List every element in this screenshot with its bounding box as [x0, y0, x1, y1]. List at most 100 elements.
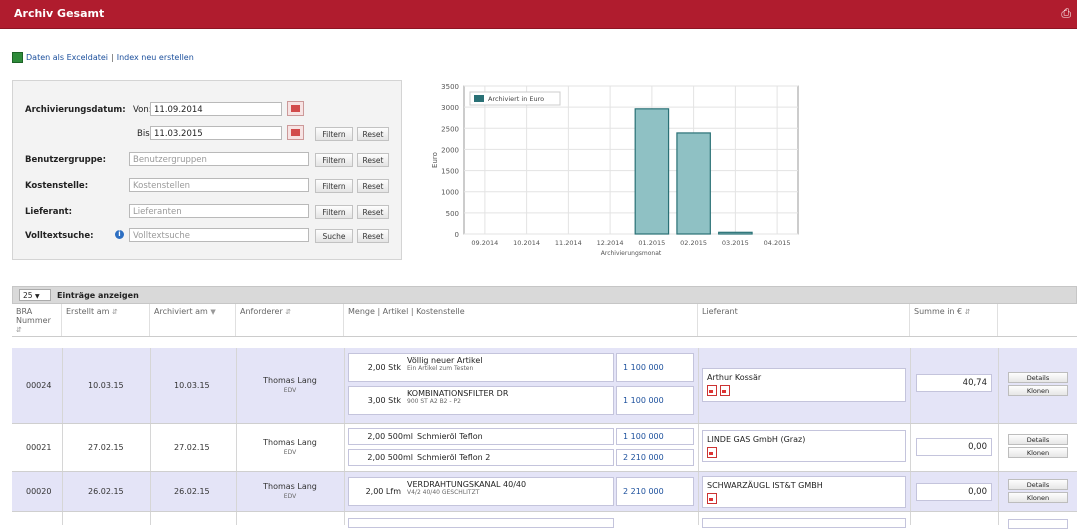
pdf-icon[interactable] [707, 385, 717, 396]
y-tick-label: 1000 [441, 189, 459, 197]
cost-center-box: 1 100 000 [616, 353, 694, 382]
from-label: Von: [133, 105, 152, 115]
bar [676, 132, 711, 235]
row-sum: 0,00 [968, 487, 987, 497]
x-axis-label: Archivierungsmonat [601, 250, 662, 257]
row-requester: Thomas Lang [263, 376, 317, 385]
supplier-name: LINDE GAS GmbH (Graz) [707, 435, 806, 444]
col-header-anforderer[interactable]: Anforderer ⇵ [236, 304, 344, 336]
y-tick-label: 0 [455, 231, 459, 239]
item-title: Völlig neuer Artikel [407, 356, 483, 365]
item-article: KOMBINATIONSFILTER DR 900 ST A2 B2 - P2 [407, 389, 508, 405]
cost-center-reset-button[interactable]: Reset [357, 179, 389, 193]
pdf-icon[interactable] [707, 493, 717, 504]
item-cost-center: 1 100 000 [623, 363, 664, 372]
x-tick-label: 09.2014 [471, 239, 498, 247]
col-header-menge-label: Menge | Artikel | Kostenstelle [348, 307, 465, 316]
cost-center-filter-button[interactable]: Filtern [315, 179, 353, 193]
sum-box: 0,00 [916, 483, 992, 501]
plot-area [463, 85, 799, 235]
supplier-input[interactable]: Lieferanten [129, 204, 309, 218]
date-to-input[interactable]: 11.03.2015 [150, 126, 282, 140]
fulltext-reset-button[interactable]: Reset [357, 229, 389, 243]
calendar-from-icon[interactable] [287, 101, 304, 116]
col-header-nummer[interactable]: BRA Nummer ⇵ [12, 304, 62, 336]
bar [718, 231, 753, 235]
col-header-erstellt-label: Erstellt am [66, 307, 110, 316]
pdf-icon[interactable] [707, 447, 717, 458]
item-qty: 2,00 Lfm [365, 487, 401, 496]
fulltext-search-button[interactable]: Suche [315, 229, 353, 243]
col-header-archiviert[interactable]: Archiviert am ▼ [150, 304, 236, 336]
clone-button[interactable]: Klonen [1008, 447, 1068, 458]
attachment-icons [707, 493, 720, 507]
details-button[interactable]: Details [1008, 372, 1068, 383]
clone-button[interactable]: Klonen [1008, 385, 1068, 396]
table-row: 00020 26.02.15 26.02.15 Thomas Lang EDV … [12, 472, 1077, 512]
cost-center-input[interactable]: Kostenstellen [129, 178, 309, 192]
clone-button[interactable]: Klonen [1008, 492, 1068, 503]
row-created: 10.03.15 [88, 381, 124, 390]
col-header-summe[interactable]: Summe in € ⇵ [910, 304, 998, 336]
cost-center-box: 1 100 000 [616, 386, 694, 415]
row-department: EDV [283, 449, 297, 456]
x-tick-label: 10.2014 [513, 239, 540, 247]
fulltext-label: Volltextsuche: [25, 231, 94, 241]
item-title: Schmieröl Teflon 2 [417, 453, 491, 462]
row-department: EDV [283, 387, 297, 394]
col-header-nummer-label: BRA Nummer [16, 307, 51, 325]
attachment-icons [707, 385, 733, 399]
y-tick-label: 1500 [441, 168, 459, 176]
supplier-name: Arthur Kossär [707, 373, 762, 382]
chart-svg: 0 500 1000 1500 2000 2500 3000 3500 09.2014 10.20… [431, 83, 799, 257]
x-tick-label: 03.2015 [722, 239, 749, 247]
group-reset-button[interactable]: Reset [357, 153, 389, 167]
supplier-box: Arthur Kossär [702, 368, 906, 402]
supplier-box: SCHWARZÄUGL IST&T GMBH [702, 476, 906, 508]
excel-icon [12, 52, 23, 63]
details-button[interactable]: Details [1008, 434, 1068, 445]
cost-center-box: 2 210 000 [616, 477, 694, 506]
y-tick-label: 2500 [441, 125, 459, 133]
row-number: 00021 [26, 443, 52, 452]
details-button[interactable]: Details [1008, 479, 1068, 490]
item-sub: V4/2 40/40 GESCHLITZT [407, 489, 480, 496]
archive-table: 25 ▼ Einträge anzeigen BRA Nummer ⇵ Erst… [12, 286, 1077, 529]
filter-row-supplier: Lieferant: Lieferanten Filtern Reset [13, 203, 401, 221]
date-from-input[interactable]: 11.09.2014 [150, 102, 282, 116]
excel-export-link[interactable]: Daten als Exceldatei [26, 53, 108, 62]
fulltext-input[interactable]: Volltextsuche [129, 228, 309, 242]
y-tick-label: 3500 [441, 83, 459, 91]
y-tick-label: 3000 [441, 104, 459, 112]
pdf-icon[interactable] [720, 385, 730, 396]
calendar-to-icon[interactable] [287, 125, 304, 140]
table-row: 00021 27.02.15 27.02.15 Thomas Lang EDV … [12, 424, 1077, 472]
col-header-erstellt[interactable]: Erstellt am ⇵ [62, 304, 150, 336]
page-length-select[interactable]: 25 ▼ [19, 289, 51, 301]
x-tick-label: 01.2015 [638, 239, 665, 247]
item-article: VERDRAHTUNGSKANAL 40/40 V4/2 40/40 GESCHL… [407, 480, 526, 496]
item-box: 2,00 500ml Schmieröl Teflon [348, 428, 614, 445]
item-sub: 900 ST A2 B2 - P2 [407, 398, 461, 405]
item-sub: Ein Artikel zum Testen [407, 365, 474, 372]
item-qty: 3,00 Stk [367, 396, 401, 405]
item-qty: 2,00 Stk [367, 363, 401, 372]
date-filter-button[interactable]: Filtern [315, 127, 353, 141]
supplier-reset-button[interactable]: Reset [357, 205, 389, 219]
supplier-filter-button[interactable]: Filtern [315, 205, 353, 219]
cost-center-label: Kostenstelle: [25, 181, 89, 191]
sort-icon: ⇵ [16, 326, 22, 334]
item-box: 2,00 Stk Völlig neuer Artikel Ein Artikel… [348, 353, 614, 382]
bar [634, 108, 670, 235]
rebuild-index-link[interactable]: Index neu erstellen [117, 53, 194, 62]
details-button[interactable] [1008, 519, 1068, 529]
date-reset-button[interactable]: Reset [357, 127, 389, 141]
group-filter-button[interactable]: Filtern [315, 153, 353, 167]
user-group-input[interactable]: Benutzergruppen [129, 152, 309, 166]
cost-center-box: 2 210 000 [616, 449, 694, 466]
toolbar-separator: | [111, 53, 114, 62]
col-header-anforderer-label: Anforderer [240, 307, 283, 316]
info-icon[interactable]: i [115, 230, 124, 239]
print-icon[interactable]: ⎙ [1061, 6, 1071, 21]
col-header-actions [998, 304, 1077, 336]
